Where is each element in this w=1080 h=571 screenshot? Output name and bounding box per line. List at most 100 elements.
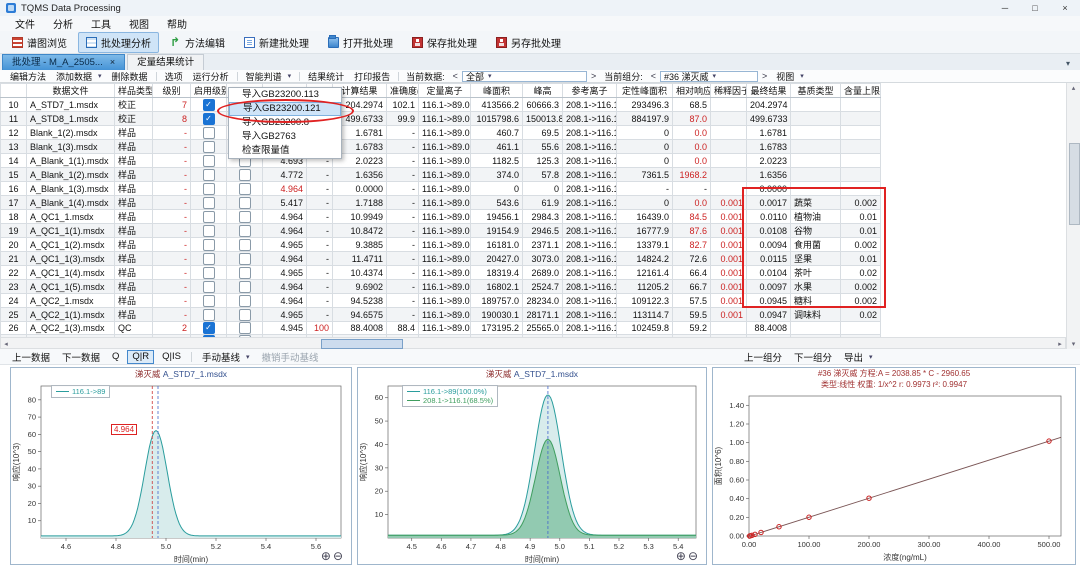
toolbar2-button-运行分析[interactable]: 运行分析	[188, 70, 234, 83]
scroll-down-icon[interactable]: ▾	[1067, 340, 1080, 348]
checkbox[interactable]	[203, 281, 215, 293]
scroll-left-icon[interactable]: ◂	[1, 340, 11, 348]
prev-component-button[interactable]: <	[647, 71, 660, 81]
close-icon[interactable]: ×	[110, 55, 115, 70]
checkbox[interactable]	[239, 322, 251, 334]
toolbar-button-方法编辑[interactable]: 方法编辑	[162, 32, 233, 53]
vertical-scrollbar[interactable]: ▴ ▾	[1066, 83, 1080, 349]
chevron-down-icon[interactable]: ▾	[1066, 59, 1070, 68]
toolbar-button-谱图浏览[interactable]: 谱图浏览	[4, 32, 75, 53]
zoom-in-icon[interactable]: ⊕	[321, 549, 333, 563]
calibration-chart[interactable]: 0.00100.00200.00300.00400.00500.000.000.…	[713, 390, 1075, 562]
toolbar-button-保存批处理[interactable]: 保存批处理	[404, 32, 485, 53]
checkbox[interactable]	[203, 211, 215, 223]
column-header-级别[interactable]: 级别	[153, 84, 191, 98]
chromatogram-chart[interactable]: 4.64.85.05.25.45.61020304050607080时间(min…	[11, 380, 351, 564]
checkbox[interactable]	[239, 225, 251, 237]
column-header-数据文件[interactable]: 数据文件	[27, 84, 115, 98]
toolbar2-button-编辑方法[interactable]: 编辑方法	[5, 70, 51, 83]
checkbox[interactable]	[239, 253, 251, 265]
scroll-up-icon[interactable]: ▴	[1067, 84, 1080, 92]
checkbox[interactable]	[239, 183, 251, 195]
checkbox[interactable]	[239, 197, 251, 209]
column-header-定性峰面积[interactable]: 定性峰面积	[617, 84, 673, 98]
menubar-item-帮助[interactable]: 帮助	[158, 16, 196, 31]
close-icon[interactable]: ×	[1050, 0, 1080, 16]
current-data-combo[interactable]: 全部 ▾	[462, 71, 587, 82]
table-row[interactable]: 13Blank_1(3).msdx样品-1.6783-116.1->89.046…	[1, 140, 881, 154]
checkbox[interactable]	[239, 239, 251, 251]
checkbox[interactable]: ✓	[203, 322, 215, 334]
column-header-含量上限[interactable]: 含量上限	[841, 84, 881, 98]
toolbar2-button-选项[interactable]: 选项	[160, 70, 188, 83]
tab-定量结果统计[interactable]: 定量结果统计	[127, 54, 204, 70]
bottom-toolbar-button-下一组分[interactable]: 下一组分	[788, 350, 838, 364]
menubar-item-视图[interactable]: 视图	[120, 16, 158, 31]
scrollbar-thumb[interactable]	[1069, 143, 1080, 225]
column-header-最终结果[interactable]: 最终结果	[747, 84, 791, 98]
checkbox[interactable]	[203, 309, 215, 321]
toolbar-button-打开批处理[interactable]: 打开批处理	[320, 32, 401, 53]
table-row[interactable]: 22A_QC1_1(4).msdx样品-4.965-10.4374-116.1-…	[1, 266, 881, 280]
view-button[interactable]: 视图 ▾	[771, 70, 809, 83]
maximize-icon[interactable]: □	[1020, 0, 1050, 16]
menubar-item-工具[interactable]: 工具	[82, 16, 120, 31]
column-header-准确度(%)[interactable]: 准确度(%)	[387, 84, 419, 98]
column-header-启用级别[interactable]: 启用级别	[191, 84, 227, 98]
table-row[interactable]: 14A_Blank_1(1).msdx样品-4.693-2.0223-116.1…	[1, 154, 881, 168]
menubar-item-分析[interactable]: 分析	[44, 16, 82, 31]
chromatogram-chart[interactable]: 4.54.64.74.84.95.05.15.25.35.41020304050…	[358, 380, 706, 564]
checkbox[interactable]	[239, 211, 251, 223]
table-row[interactable]: 25A_QC2_1(1).msdx样品-4.965-94.6575-116.1-…	[1, 308, 881, 322]
minimize-icon[interactable]: ─	[990, 0, 1020, 16]
checkbox[interactable]	[239, 281, 251, 293]
toolbar2-button-添加数据[interactable]: 添加数据▾	[51, 70, 107, 83]
table-row[interactable]: 10A_STD7_1.msdx校正7✓204.2974102.1116.1->8…	[1, 98, 881, 112]
toolbar-button-另存批处理[interactable]: 另存批处理	[488, 32, 569, 53]
bottom-toolbar-button-手动基线[interactable]: 手动基线▾	[196, 350, 256, 364]
column-header-峰面积[interactable]: 峰面积	[471, 84, 523, 98]
checkbox[interactable]	[203, 197, 215, 209]
checkbox[interactable]	[203, 295, 215, 307]
checkbox[interactable]: ✓	[203, 99, 215, 111]
table-row[interactable]: 18A_QC1_1.msdx样品-4.964-10.9949-116.1->89…	[1, 210, 881, 224]
checkbox[interactable]	[239, 295, 251, 307]
bottom-toolbar-button-上一组分[interactable]: 上一组分	[738, 350, 788, 364]
column-header-样品类型[interactable]: 样品类型	[115, 84, 153, 98]
checkbox[interactable]	[203, 169, 215, 181]
checkbox[interactable]	[203, 127, 215, 139]
tab-批处理 - M_A_2505...[interactable]: 批处理 - M_A_2505...×	[2, 54, 125, 70]
next-data-button[interactable]: >	[587, 71, 600, 81]
checkbox[interactable]	[203, 239, 215, 251]
bottom-toolbar-button-Q|R[interactable]: Q|R	[127, 350, 154, 364]
bottom-toolbar-button-Q[interactable]: Q	[106, 351, 125, 362]
checkbox[interactable]	[203, 141, 215, 153]
table-row[interactable]: 21A_QC1_1(3).msdx样品-4.964-11.4711-116.1-…	[1, 252, 881, 266]
table-row[interactable]: 24A_QC2_1.msdx样品-4.964-94.5238-116.1->89…	[1, 294, 881, 308]
checkbox[interactable]	[203, 253, 215, 265]
table-row[interactable]: 23A_QC1_1(5).msdx样品-4.964-9.6902-116.1->…	[1, 280, 881, 294]
checkbox[interactable]	[203, 183, 215, 195]
checkbox[interactable]	[203, 155, 215, 167]
zoom-out-icon[interactable]: ⊖	[333, 549, 345, 563]
column-header-稀释因子[interactable]: 稀释因子	[711, 84, 747, 98]
bottom-toolbar-button-导出[interactable]: 导出▾	[838, 350, 879, 364]
column-header-定量离子[interactable]: 定量离子	[419, 84, 471, 98]
menu-item-导入GB2763[interactable]: 导入GB2763	[229, 130, 341, 144]
zoom-icons[interactable]: ⊕⊖	[321, 549, 345, 563]
toolbar2-button-智能判谱[interactable]: 智能判谱▾	[241, 70, 297, 83]
column-header-参考离子[interactable]: 参考离子	[563, 84, 617, 98]
zoom-out-icon[interactable]: ⊖	[688, 549, 700, 563]
toolbar-button-新建批处理[interactable]: 新建批处理	[236, 32, 317, 53]
table-row[interactable]: 12Blank_1(2).msdx样品-1.6781-116.1->89.046…	[1, 126, 881, 140]
horizontal-scrollbar[interactable]: ◂ ▸	[0, 337, 1066, 349]
bottom-toolbar-button-上一数据[interactable]: 上一数据	[6, 350, 56, 364]
checkbox[interactable]	[203, 267, 215, 279]
current-component-combo[interactable]: #36 涕灭威 ▾	[660, 71, 758, 82]
column-header-相对响应[interactable]: 相对响应	[673, 84, 711, 98]
scrollbar-thumb[interactable]	[321, 339, 403, 349]
menu-item-导入GB23200.113[interactable]: 导入GB23200.113	[229, 88, 341, 102]
menu-item-导入GB23200.121[interactable]: 导入GB23200.121	[229, 102, 341, 116]
zoom-icons[interactable]: ⊕⊖	[676, 549, 700, 563]
bottom-toolbar-button-下一数据[interactable]: 下一数据	[56, 350, 106, 364]
